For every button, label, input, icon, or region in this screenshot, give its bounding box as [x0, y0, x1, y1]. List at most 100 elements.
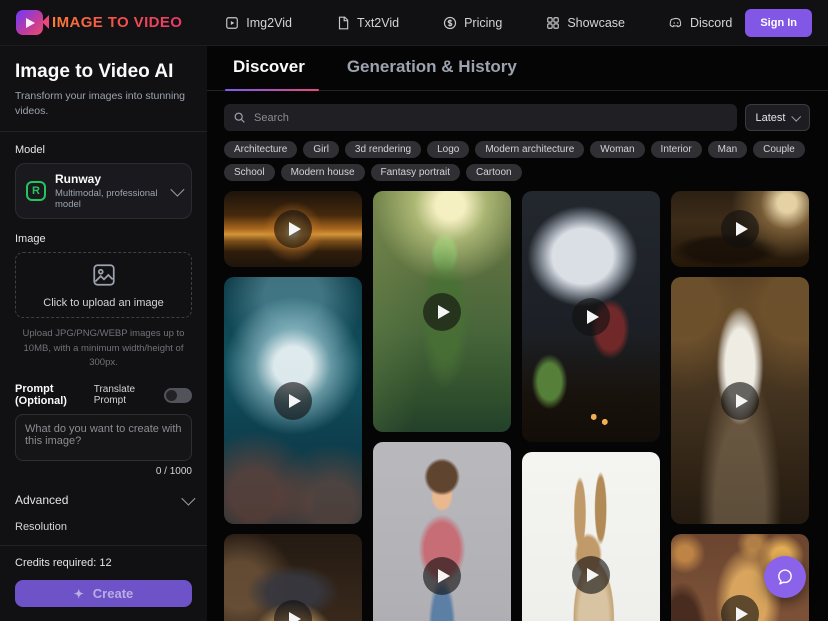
tag-chip[interactable]: Woman: [590, 141, 644, 158]
video-camera-icon: [16, 10, 43, 35]
cartoon-boy-video[interactable]: [373, 442, 511, 621]
play-button[interactable]: [671, 277, 809, 524]
dollar-circle-icon: [443, 16, 457, 30]
chevron-down-icon: [792, 112, 802, 122]
tag-chip-list: Architecture Girl 3d rendering Logo Modern a…: [224, 141, 824, 181]
play-button[interactable]: [373, 442, 511, 621]
sign-in-button[interactable]: Sign In: [745, 9, 812, 37]
sunset-walker-video[interactable]: [224, 191, 362, 267]
play-icon: [274, 382, 312, 420]
play-button[interactable]: [522, 191, 660, 442]
document-icon: [336, 16, 350, 30]
play-button[interactable]: [522, 452, 660, 621]
page-title: Image to Video AI: [15, 61, 192, 83]
arab-man-video[interactable]: [671, 277, 809, 524]
translate-prompt-toggle[interactable]: [164, 388, 192, 403]
model-label: Model: [15, 144, 192, 156]
play-button[interactable]: [671, 191, 809, 267]
grid-icon: [546, 16, 560, 30]
nav-item-label: Discord: [690, 16, 732, 30]
play-icon: [423, 557, 461, 595]
brand-logo[interactable]: IMAGE TO VIDEO: [16, 10, 182, 35]
tag-chip[interactable]: Modern house: [281, 164, 365, 181]
image-icon: [91, 262, 117, 288]
play-icon: [423, 293, 461, 331]
gallery-column: [522, 191, 660, 621]
search-icon: [233, 111, 246, 124]
rabbit-video[interactable]: [522, 452, 660, 621]
create-button[interactable]: ✦ Create: [15, 580, 192, 607]
nav-item-label: Img2Vid: [246, 16, 292, 30]
advanced-accordion[interactable]: Advanced: [15, 493, 192, 507]
play-icon: [721, 382, 759, 420]
tag-chip[interactable]: Interior: [651, 141, 702, 158]
play-square-icon: [225, 16, 239, 30]
eagle-planting-video[interactable]: [522, 191, 660, 442]
play-button[interactable]: [224, 534, 362, 621]
tag-chip[interactable]: Man: [708, 141, 747, 158]
chevron-down-icon: [170, 183, 184, 197]
tag-chip[interactable]: School: [224, 164, 275, 181]
model-name: Runway: [55, 172, 162, 186]
sidebar: Image to Video AI Transform your images …: [0, 46, 207, 621]
create-button-label: Create: [93, 586, 133, 601]
nav-links: Img2Vid Txt2Vid Pricing Showcase Discord: [195, 16, 732, 30]
nav-item-txt2vid[interactable]: Txt2Vid: [336, 16, 399, 30]
tag-chip[interactable]: Logo: [427, 141, 469, 158]
search-input[interactable]: [254, 112, 728, 124]
chevron-down-icon: [181, 492, 195, 506]
runway-logo-icon: R: [26, 181, 46, 201]
resolution-label: Resolution: [15, 521, 192, 533]
tab-generation-history[interactable]: Generation & History: [347, 57, 517, 90]
gallery-column: [224, 191, 362, 621]
play-button[interactable]: [224, 277, 362, 524]
main-panel: Discover Generation & History Latest Arc…: [207, 46, 828, 621]
nav-item-pricing[interactable]: Pricing: [443, 16, 502, 30]
sort-selected: Latest: [756, 112, 786, 124]
play-button[interactable]: [373, 191, 511, 432]
tab-discover[interactable]: Discover: [233, 57, 305, 90]
tag-chip[interactable]: Architecture: [224, 141, 297, 158]
tag-chip[interactable]: Couple: [753, 141, 805, 158]
scuba-cat-video[interactable]: [224, 277, 362, 524]
tab-bar: Discover Generation & History: [207, 46, 828, 91]
credits-required-text: Credits required: 12: [15, 557, 192, 569]
play-button[interactable]: [224, 191, 362, 267]
prompt-label: Prompt (Optional): [15, 383, 94, 407]
brand-name: IMAGE TO VIDEO: [52, 14, 182, 31]
play-icon: [274, 210, 312, 248]
chat-fab-button[interactable]: [764, 556, 806, 598]
translate-prompt-label: Translate Prompt: [94, 384, 158, 406]
page-subtitle: Transform your images into stunning vide…: [15, 89, 193, 119]
search-box: [224, 104, 737, 131]
sparkle-icon: ✦: [74, 587, 84, 601]
tag-chip[interactable]: Fantasy portrait: [371, 164, 460, 181]
tag-chip[interactable]: Cartoon: [466, 164, 522, 181]
play-icon: [721, 210, 759, 248]
crowned-queen-video[interactable]: [224, 534, 362, 621]
sort-dropdown[interactable]: Latest: [745, 104, 810, 131]
model-description: Multimodal, professional model: [55, 188, 162, 210]
dark-room-video[interactable]: [671, 191, 809, 267]
tag-chip[interactable]: Modern architecture: [475, 141, 584, 158]
play-icon: [572, 556, 610, 594]
image-upload-dropzone[interactable]: Click to upload an image: [15, 252, 192, 318]
nav-item-showcase[interactable]: Showcase: [546, 16, 625, 30]
divider: [0, 131, 207, 132]
tag-chip[interactable]: Girl: [303, 141, 339, 158]
prompt-textarea[interactable]: [15, 414, 192, 461]
play-icon: [274, 600, 312, 621]
model-select[interactable]: R Runway Multimodal, professional model: [15, 163, 192, 219]
image-label: Image: [15, 233, 192, 245]
nav-item-img2vid[interactable]: Img2Vid: [225, 16, 292, 30]
play-icon: [572, 298, 610, 336]
nav-item-discord[interactable]: Discord: [669, 16, 732, 30]
upload-help-text: Upload JPG/PNG/WEBP images up to 10MB, w…: [17, 327, 190, 370]
discord-icon: [669, 16, 683, 30]
video-gallery: [224, 191, 810, 621]
tag-chip[interactable]: 3d rendering: [345, 141, 421, 158]
nav-item-label: Pricing: [464, 16, 502, 30]
nav-item-label: Txt2Vid: [357, 16, 399, 30]
elf-girl-video[interactable]: [373, 191, 511, 432]
top-nav: IMAGE TO VIDEO Img2Vid Txt2Vid Pricing S…: [0, 0, 828, 46]
